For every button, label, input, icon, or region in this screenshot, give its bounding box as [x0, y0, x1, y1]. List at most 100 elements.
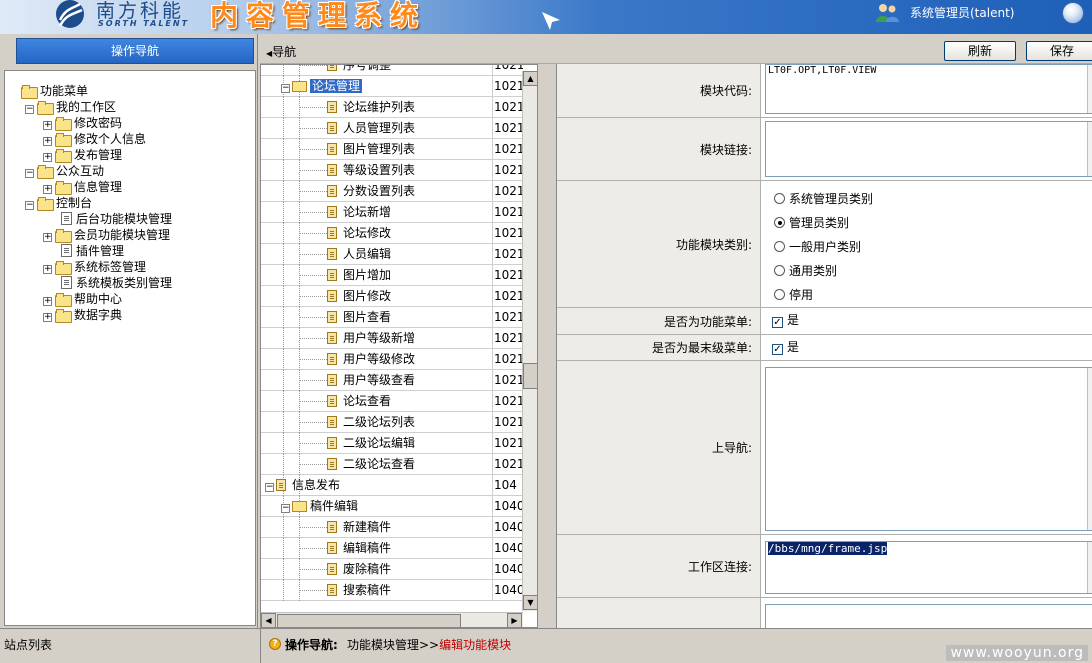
module-tree-row[interactable]: 用户等级新增 1021: [261, 328, 523, 349]
module-tree-row[interactable]: − 信息发布 104: [261, 475, 523, 496]
radio-system-admin[interactable]: 系统管理员类别: [774, 191, 873, 207]
folder-icon: [37, 101, 54, 115]
scroll-right-icon[interactable]: ▶: [507, 613, 522, 627]
module-tree-row[interactable]: 编辑稿件 1040: [261, 538, 523, 559]
upper-nav-label: 上导航:: [557, 361, 761, 534]
module-tree-row[interactable]: 图片增加 1021: [261, 265, 523, 286]
expand-icon[interactable]: +: [43, 153, 52, 162]
extra-textarea[interactable]: [765, 604, 1092, 628]
station-list-link[interactable]: 站点列表: [4, 636, 52, 653]
expand-icon[interactable]: +: [43, 233, 52, 242]
module-name: 搜索稿件: [343, 583, 392, 597]
module-tree-row[interactable]: 等级设置列表 1021: [261, 160, 523, 181]
tree-node-template-categories[interactable]: 系统模板类别管理: [61, 275, 172, 291]
tree-node-change-password[interactable]: + 修改密码: [43, 115, 122, 131]
logout-icon[interactable]: [1062, 2, 1084, 24]
module-tree-row[interactable]: 用户等级修改 1021: [261, 349, 523, 370]
module-tree-row[interactable]: 人员编辑 1021: [261, 244, 523, 265]
tree-node-public-interaction[interactable]: − 公众互动: [25, 163, 104, 179]
module-tree-row[interactable]: 二级论坛查看 1021: [261, 454, 523, 475]
module-code: 1021: [492, 244, 523, 264]
tree-node-publish-management[interactable]: + 发布管理: [43, 147, 122, 163]
collapse-icon[interactable]: −: [25, 105, 34, 114]
scroll-up-icon[interactable]: ▲: [523, 71, 537, 86]
module-tree-row[interactable]: 序号调整 1021: [261, 65, 523, 76]
radio-disabled[interactable]: 停用: [774, 287, 813, 303]
module-name: 人员管理列表: [343, 121, 416, 135]
radio-admin[interactable]: 管理员类别: [774, 215, 849, 231]
expand-icon[interactable]: +: [43, 313, 52, 322]
tree-node-plugin-management[interactable]: 插件管理: [61, 243, 124, 259]
module-tree-row[interactable]: 分数设置列表 1021: [261, 181, 523, 202]
tree-node-system-tags[interactable]: + 系统标签管理: [43, 259, 146, 275]
tree-node-function-menu[interactable]: 功能菜单: [21, 83, 88, 99]
tree-node-console[interactable]: − 控制台: [25, 195, 92, 211]
module-code: 1021: [492, 97, 523, 117]
module-tree-hscrollbar[interactable]: ◀ ▶: [261, 612, 523, 627]
refresh-button[interactable]: 刷新: [944, 41, 1016, 61]
module-tree-row[interactable]: 用户等级查看 1021: [261, 370, 523, 391]
expand-icon[interactable]: +: [43, 137, 52, 146]
module-tree-scrollbar[interactable]: ▲ ▼: [522, 71, 537, 611]
module-tree-row[interactable]: 二级论坛编辑 1021: [261, 433, 523, 454]
module-tree-row[interactable]: 搜索稿件 1040: [261, 580, 523, 601]
module-tree-row[interactable]: 论坛维护列表 1021: [261, 97, 523, 118]
save-button[interactable]: 保存: [1026, 41, 1092, 61]
collapse-icon[interactable]: −: [25, 169, 34, 178]
module-tree-row[interactable]: 图片查看 1021: [261, 307, 523, 328]
category-label: 功能模块类别:: [557, 181, 761, 307]
radio-icon[interactable]: [774, 265, 785, 276]
module-name: 二级论坛查看: [343, 457, 416, 471]
radio-icon[interactable]: [774, 289, 785, 300]
tree-node-edit-profile[interactable]: + 修改个人信息: [43, 131, 146, 147]
module-name: 用户等级新增: [343, 331, 416, 345]
module-link-textarea[interactable]: [765, 121, 1092, 177]
is-leaf-checkbox[interactable]: ✓ 是: [772, 340, 799, 355]
radio-selected-icon[interactable]: [774, 217, 785, 228]
tree-node-member-modules[interactable]: + 会员功能模块管理: [43, 227, 170, 243]
tree-node-my-workspace[interactable]: − 我的工作区: [25, 99, 116, 115]
collapse-icon[interactable]: −: [281, 84, 290, 93]
expand-icon[interactable]: +: [43, 121, 52, 130]
expand-icon[interactable]: +: [43, 297, 52, 306]
module-tree-row[interactable]: 二级论坛列表 1021: [261, 412, 523, 433]
module-code-textarea[interactable]: LT0F.OPT,LT0F.VIEW: [765, 64, 1092, 114]
collapse-icon[interactable]: −: [281, 504, 290, 513]
radio-icon[interactable]: [774, 193, 785, 204]
tree-node-help-center[interactable]: + 帮助中心: [43, 291, 122, 307]
nav-label[interactable]: ◀导航: [266, 43, 296, 60]
tree-node-info-management[interactable]: + 信息管理: [43, 179, 122, 195]
module-tree-row[interactable]: − 稿件编辑 1040: [261, 496, 523, 517]
collapse-icon[interactable]: −: [265, 483, 274, 492]
checkbox-checked-icon[interactable]: ✓: [772, 344, 783, 355]
radio-common[interactable]: 通用类别: [774, 263, 837, 279]
module-tree-row[interactable]: 新建稿件 1040: [261, 517, 523, 538]
expand-icon[interactable]: +: [43, 185, 52, 194]
module-tree-row[interactable]: 图片修改 1021: [261, 286, 523, 307]
module-tree-row[interactable]: 人员管理列表 1021: [261, 118, 523, 139]
tree-node-backend-modules[interactable]: 后台功能模块管理: [61, 211, 172, 227]
breadcrumb-path[interactable]: 功能模块管理>>: [347, 638, 439, 652]
radio-general-user[interactable]: 一般用户类别: [774, 239, 861, 255]
radio-icon[interactable]: [774, 241, 785, 252]
upper-nav-textarea[interactable]: [765, 367, 1092, 531]
tree-node-data-dictionary[interactable]: + 数据字典: [43, 307, 122, 323]
workspace-textarea[interactable]: /bbs/mng/frame.jsp: [765, 541, 1092, 594]
hscroll-thumb[interactable]: [277, 614, 461, 627]
module-code: 1040: [492, 559, 523, 579]
module-tree-row[interactable]: 废除稿件 1040: [261, 559, 523, 580]
page-icon: [327, 584, 337, 596]
scroll-left-icon[interactable]: ◀: [261, 613, 276, 627]
collapse-icon[interactable]: −: [25, 201, 34, 210]
expand-icon[interactable]: +: [43, 265, 52, 274]
is-menu-checkbox[interactable]: ✓ 是: [772, 313, 799, 328]
module-link-label: 模块链接:: [557, 118, 761, 180]
module-tree-row[interactable]: 论坛新增 1021: [261, 202, 523, 223]
scroll-down-icon[interactable]: ▼: [523, 595, 537, 610]
checkbox-checked-icon[interactable]: ✓: [772, 317, 783, 328]
module-tree-row[interactable]: 图片管理列表 1021: [261, 139, 523, 160]
module-tree-row[interactable]: 论坛查看 1021: [261, 391, 523, 412]
module-tree-row[interactable]: − 论坛管理 1021: [261, 76, 523, 97]
scroll-thumb[interactable]: [523, 363, 537, 389]
module-tree-row[interactable]: 论坛修改 1021: [261, 223, 523, 244]
